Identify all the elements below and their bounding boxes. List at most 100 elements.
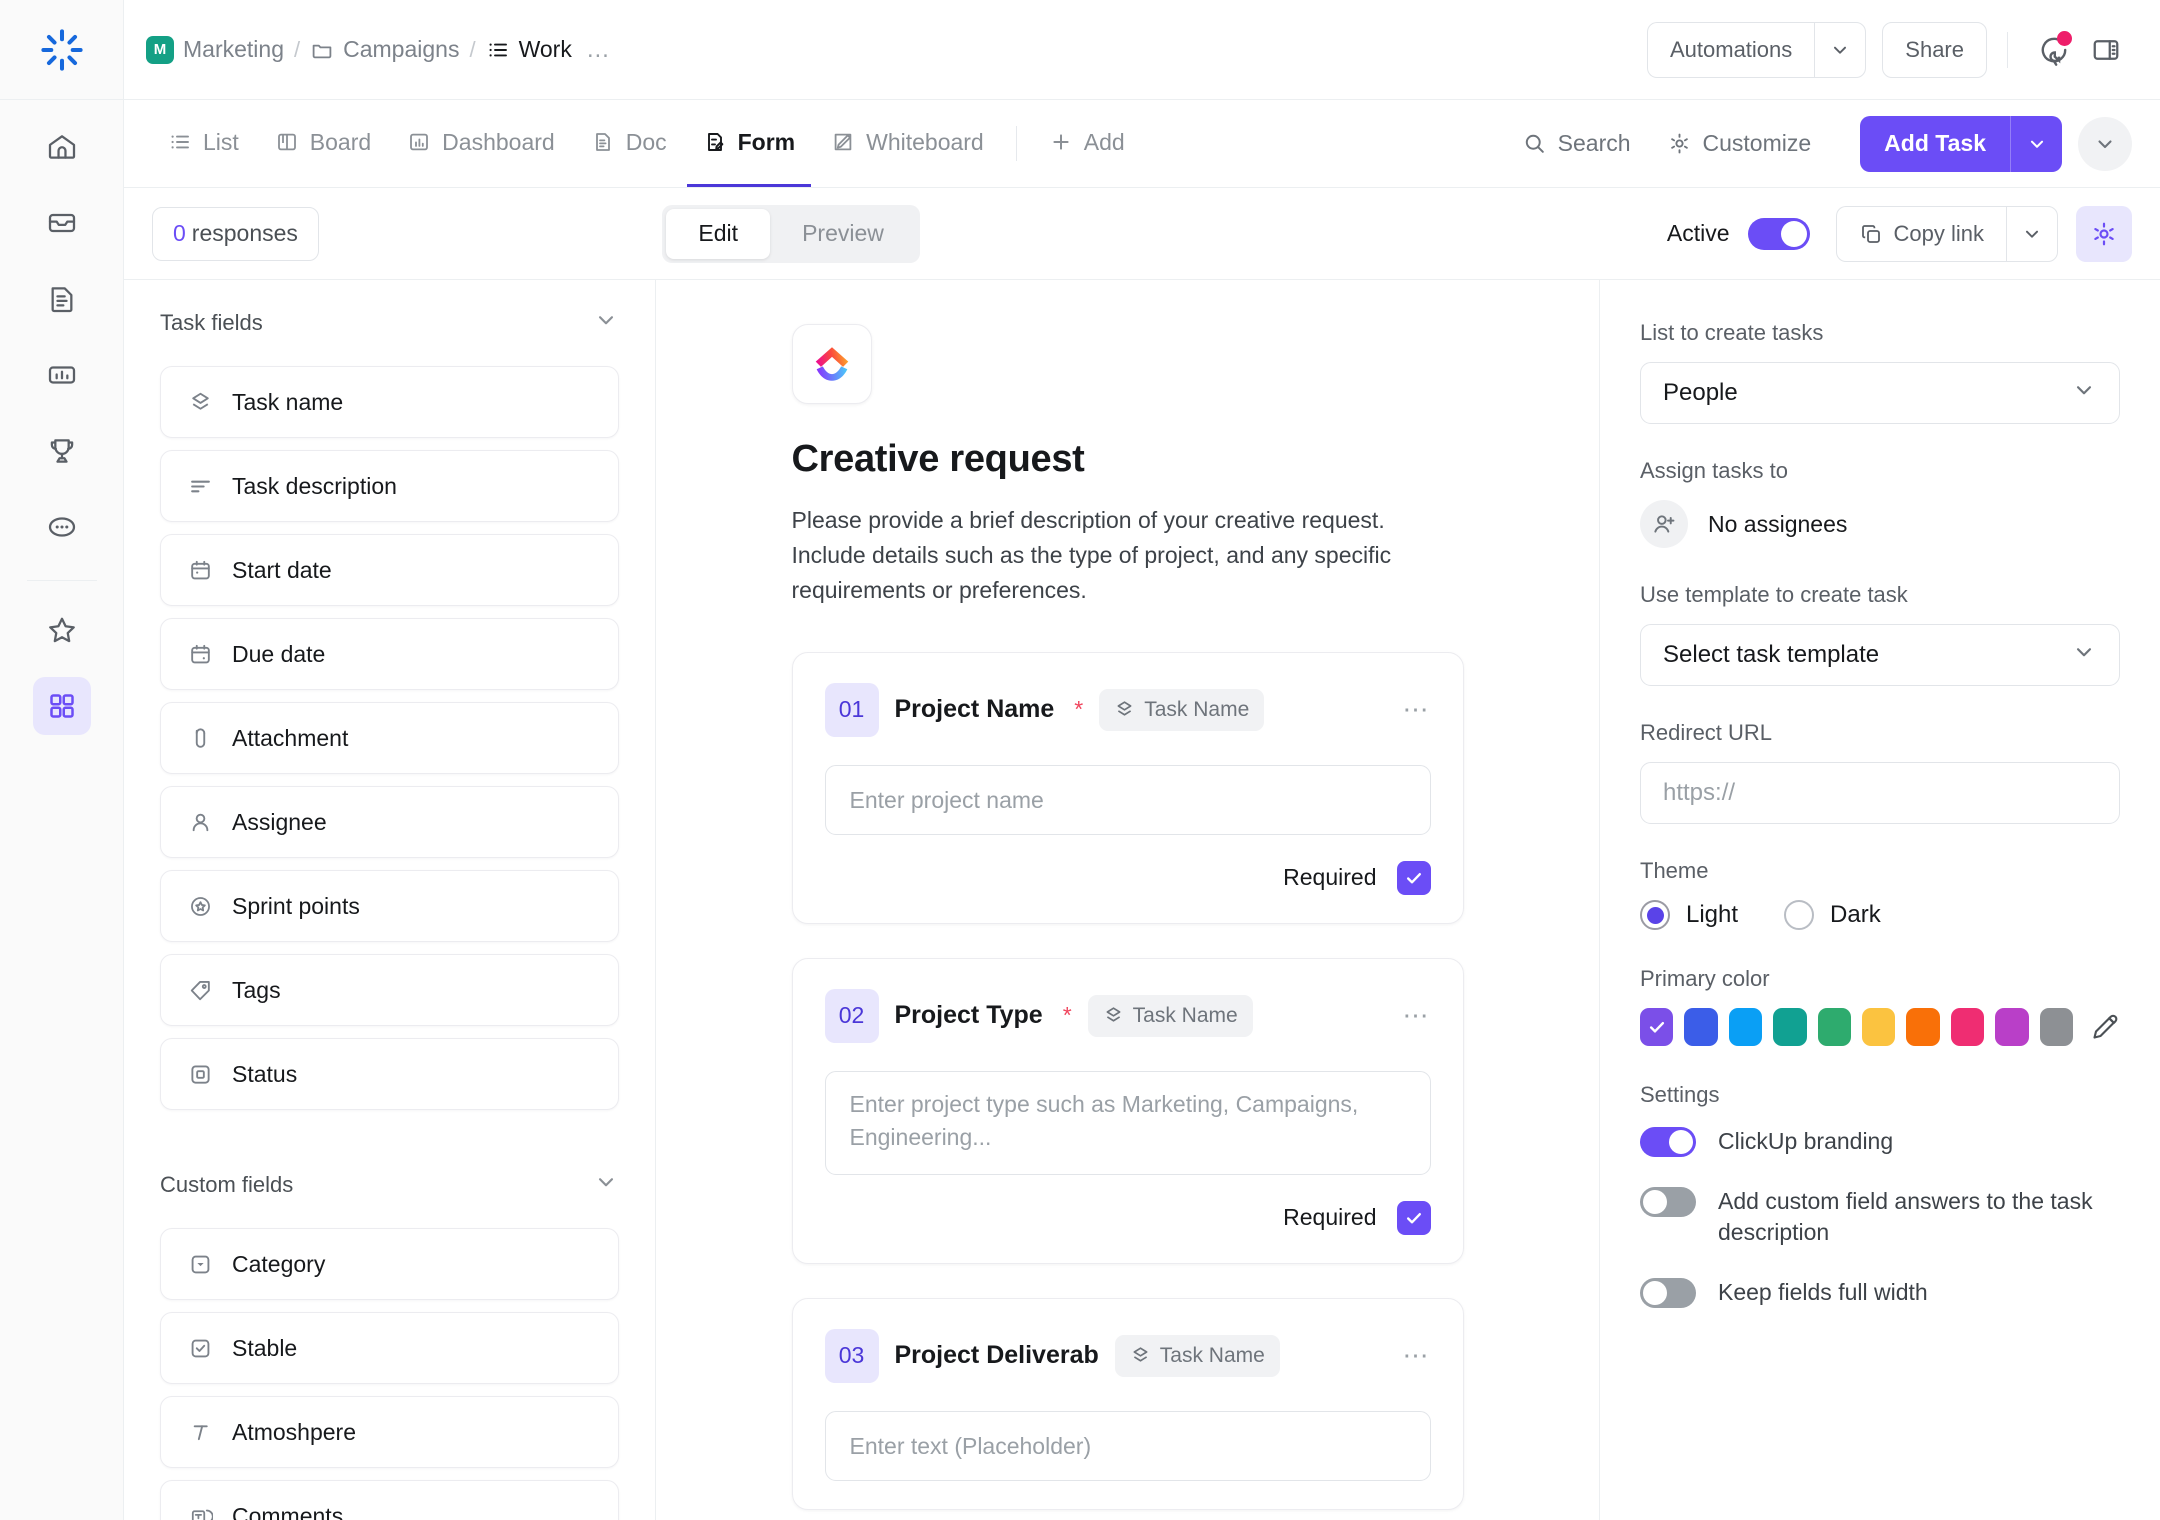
tab-board[interactable]: Board [259,100,387,187]
theme-option-light[interactable]: Light [1640,900,1738,930]
setting-label: ClickUp branding [1718,1128,1894,1154]
setting-clickup-branding[interactable]: ClickUp branding [1640,1124,2120,1158]
question-menu-button[interactable]: ⋯ [1403,1000,1431,1031]
color-swatch[interactable] [1684,1008,1718,1046]
breadcrumb-space[interactable]: M Marketing [146,35,284,64]
eyedropper-icon[interactable] [2090,1012,2120,1042]
field-item-atmoshpere[interactable]: Atmoshpere [160,1396,619,1468]
theme-option-dark[interactable]: Dark [1784,900,1881,930]
add-task-dropdown-button[interactable] [2010,115,2062,172]
breadcrumb-list[interactable]: Work [486,36,572,63]
redirect-url-input[interactable]: https:// [1640,762,2120,824]
field-item-attachment[interactable]: Attachment [160,702,619,774]
breadcrumb-folder[interactable]: Campaigns [310,36,459,63]
question-input[interactable]: Enter text (Placeholder) [824,1410,1431,1481]
form-question-card[interactable]: 03 Project Deliverab Task Name ⋯ Enter t… [791,1297,1464,1510]
form-question-card[interactable]: 02 Project Type * Task Name ⋯ Enter proj… [791,957,1464,1264]
copy-link-dropdown-button[interactable] [2006,205,2058,262]
question-menu-button[interactable]: ⋯ [1403,1340,1431,1371]
question-menu-button[interactable]: ⋯ [1403,694,1431,725]
tab-list[interactable]: List [152,100,255,187]
clickup-branding-toggle[interactable] [1640,1127,1696,1157]
tab-edit[interactable]: Edit [666,208,771,259]
sidebar-item-goals[interactable] [33,422,91,480]
form-question-card[interactable]: 01 Project Name * Task Name ⋯ Enter proj… [791,651,1464,924]
tab-whiteboard[interactable]: Whiteboard [815,100,1000,187]
sidebar-item-dashboards[interactable] [33,346,91,404]
setting-custom-field-answers[interactable]: Add custom field answers to the task des… [1640,1184,2120,1249]
color-swatch[interactable] [1817,1008,1852,1046]
sidebar-item-apps[interactable] [32,677,91,735]
automations-dropdown-button[interactable] [1814,21,1867,78]
view-overflow-button[interactable] [2078,116,2132,171]
copy-link-button[interactable]: Copy link [1835,205,2006,262]
tab-form[interactable]: Form [686,100,812,187]
search-button[interactable]: Search [1504,116,1649,172]
field-item-category[interactable]: Category [160,1228,619,1300]
clickup-sparkle-logo[interactable] [0,0,124,100]
comment-notification-icon[interactable] [2028,24,2080,76]
custom-field-answers-toggle[interactable] [1640,1186,1696,1217]
field-item-comments[interactable]: Comments [160,1480,619,1520]
color-swatch[interactable] [1906,1008,1940,1046]
calendar-icon [187,558,213,583]
sidebar-item-more[interactable] [33,498,91,556]
template-select[interactable]: Select task template [1640,624,2120,686]
form-description: Please provide a brief description of yo… [791,507,1392,603]
add-task-button[interactable]: Add Task [1860,116,2010,172]
share-button[interactable]: Share [1882,21,1987,78]
color-swatch[interactable] [2039,1008,2074,1046]
question-input[interactable]: Enter project name [824,764,1431,835]
keep-fields-full-width-toggle[interactable] [1640,1278,1696,1309]
task-fields-header[interactable]: Task fields [160,280,619,366]
color-swatch[interactable] [1862,1008,1896,1046]
question-input[interactable]: Enter project type such as Marketing, Ca… [824,1070,1431,1175]
color-swatch[interactable] [1773,1008,1807,1046]
tab-dashboard[interactable]: Dashboard [391,100,571,187]
sidebar-item-home[interactable] [33,118,91,176]
breadcrumb-more-button[interactable]: … [582,36,616,64]
color-swatch-selected[interactable] [1640,1008,1674,1046]
color-swatch[interactable] [1950,1008,1985,1046]
color-swatch[interactable] [1728,1008,1763,1046]
question-field-chip[interactable]: Task Name [1114,1334,1280,1377]
field-item-assignee[interactable]: Assignee [160,786,619,858]
layers-icon [1133,1347,1148,1362]
question-field-chip[interactable]: Task Name [1087,994,1253,1037]
field-item-tags[interactable]: Tags [160,954,619,1026]
form-active-toggle[interactable] [1747,217,1810,250]
setting-keep-fields-full-width[interactable]: Keep fields full width [1640,1275,2120,1309]
required-checkbox[interactable] [1396,1200,1431,1235]
add-view-button[interactable]: Add [1033,100,1141,187]
tab-preview[interactable]: Preview [770,209,916,259]
sidebar-panel-icon[interactable] [2080,24,2132,76]
field-item-start-date[interactable]: Start date [160,534,619,606]
field-label: Comments [232,1502,344,1520]
clickup-logo[interactable] [791,324,872,404]
copy-link-split-button: Copy link [1835,205,2058,262]
field-item-due-date[interactable]: Due date [160,618,619,690]
responses-button[interactable]: 0 responses [152,206,319,261]
field-item-sprint-points[interactable]: Sprint points [160,870,619,942]
form-settings-button[interactable] [2076,205,2132,262]
assignee-picker[interactable]: No assignees [1640,500,2120,548]
tab-doc[interactable]: Doc [575,100,683,187]
field-item-status[interactable]: Status [160,1038,619,1110]
sidebar-item-favorites[interactable] [33,601,91,659]
app-rail [0,0,124,1520]
breadcrumb: M Marketing / Campaigns / Work … [146,35,616,64]
list-select[interactable]: People [1640,362,2120,424]
sidebar-item-docs[interactable] [33,270,91,328]
field-item-task-name[interactable]: Task name [160,366,619,438]
field-item-stable[interactable]: Stable [160,1312,619,1384]
field-item-task-description[interactable]: Task description [160,450,619,522]
question-field-chip[interactable]: Task Name [1099,688,1265,731]
customize-button[interactable]: Customize [1649,116,1830,172]
automations-button[interactable]: Automations [1646,21,1815,78]
sidebar-item-inbox[interactable] [33,194,91,252]
required-checkbox[interactable] [1396,860,1431,895]
radio-icon [1640,900,1670,930]
responses-count: 0 [173,220,186,246]
custom-fields-header[interactable]: Custom fields [160,1142,619,1228]
color-swatch[interactable] [1995,1008,2029,1046]
